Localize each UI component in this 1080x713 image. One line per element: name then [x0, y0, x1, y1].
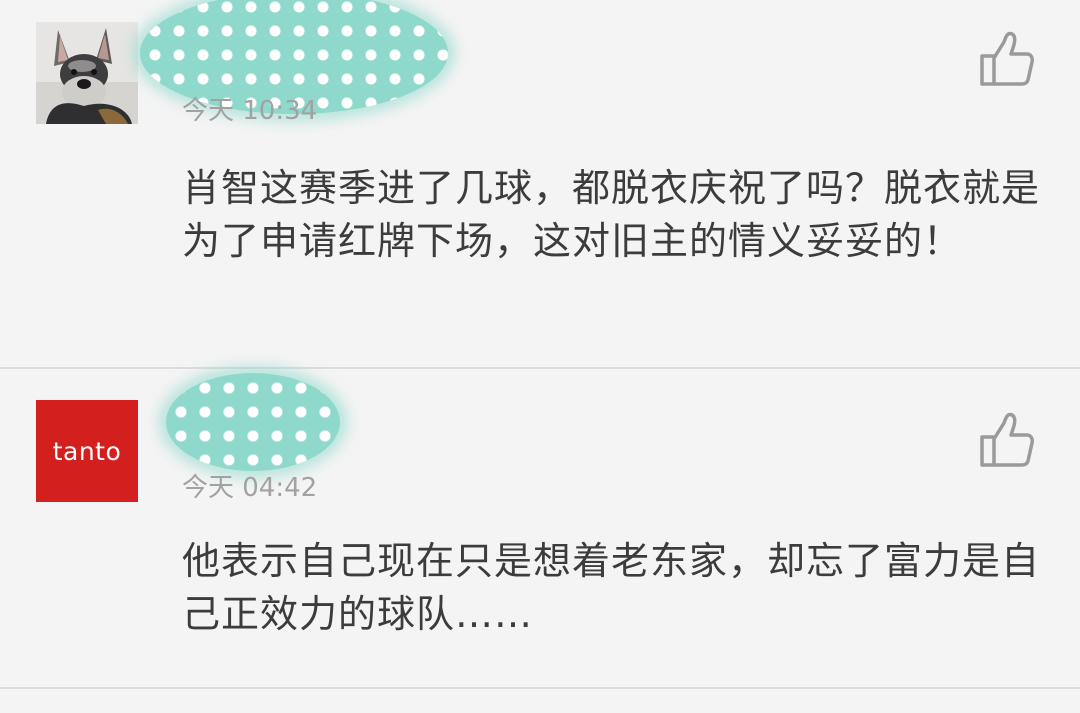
comment-body: 他表示自己现在只是想着老东家，却忘了富力是自己正效力的球队…… [182, 539, 1041, 636]
comment-time: 今天 10:34 [182, 96, 318, 126]
avatar-logo-text: tanto [52, 436, 122, 466]
like-button[interactable] [976, 409, 1036, 469]
avatar-tanto[interactable]: tanto [36, 400, 138, 502]
comment-item: tanto 今天 04:42 他表示自己现在只是想着老东家，却忘了富力是自己正效… [0, 369, 1080, 689]
comment-time: 今天 04:42 [182, 473, 318, 503]
comment-list: 今天 10:34 肖智这赛季进了几球，都脱衣庆祝了吗？脱衣就是为了申请红牌下场，… [0, 0, 1080, 713]
avatar-dog[interactable] [36, 22, 138, 124]
like-button[interactable] [976, 28, 1036, 88]
thumbs-up-icon [980, 412, 1034, 467]
comment-body: 肖智这赛季进了几球，都脱衣庆祝了吗？脱衣就是为了申请红牌下场，这对旧主的情义妥妥… [182, 166, 1041, 263]
dog-photo-icon [36, 22, 138, 124]
thumbs-up-icon [980, 31, 1034, 86]
username-obscured [166, 373, 340, 471]
comment-item: 今天 10:34 肖智这赛季进了几球，都脱衣庆祝了吗？脱衣就是为了申请红牌下场，… [0, 0, 1080, 369]
